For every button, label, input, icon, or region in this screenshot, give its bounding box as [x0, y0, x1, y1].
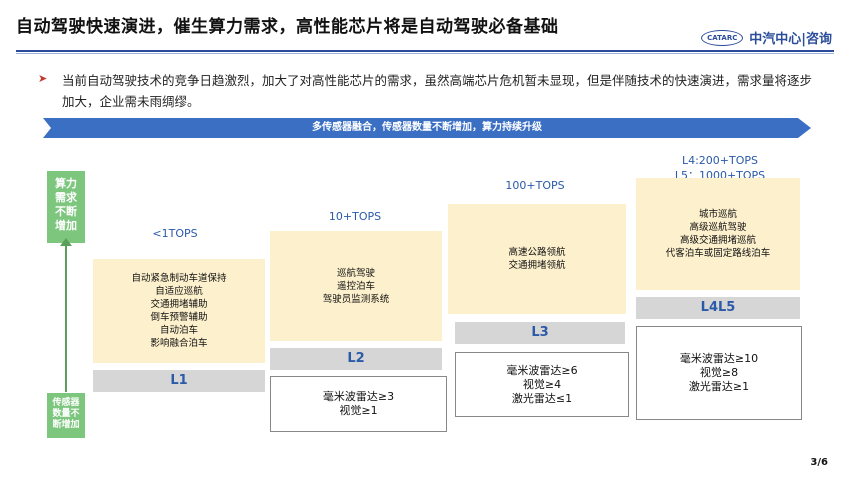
feature-item: 驾驶员监测系统 [322, 293, 390, 305]
banner-arrow: 多传感器融合，传感器数量不断增加，算力持续升级 [43, 118, 811, 138]
side-bottom-line: 传感器 [52, 398, 80, 408]
bullet-arrow-icon: ➤ [38, 72, 48, 85]
side-top-line: 不断 [55, 205, 77, 218]
header-rule-thin [16, 53, 834, 54]
side-bottom-line: 断增加 [52, 420, 80, 430]
feature-item: 自动紧急制动车道保持 [131, 273, 227, 284]
tops-line: <1TOPS [152, 227, 198, 240]
compute-demand-label: 算力 需求 不断 增加 [47, 171, 85, 243]
feature-item: 高速公路领航 [508, 247, 566, 258]
level-bar-l3: L3 [455, 322, 625, 344]
side-bottom-line: 数量不 [52, 409, 80, 419]
feature-item: 城市巡航 [698, 209, 737, 220]
feature-item: 影响融合泊车 [150, 338, 208, 349]
feature-item: 交通拥堵辅助 [150, 299, 208, 310]
features-l3: 高速公路领航 交通拥堵领航 [448, 204, 626, 314]
features-l4l5: 城市巡航 高级巡航驾驶 高级交通拥堵巡航 代客泊车或固定路线泊车 [636, 178, 800, 290]
banner-text: 多传感器融合，传感器数量不断增加，算力持续升级 [312, 122, 542, 133]
tops-l2: 10+TOPS [310, 209, 400, 224]
header-rule [16, 50, 834, 52]
side-top-line: 增加 [55, 219, 77, 232]
sensor-item: 激光雷达≤1 [511, 391, 573, 405]
page-number: 3/6 [810, 457, 828, 468]
tops-line: 100+TOPS [505, 179, 565, 192]
level-bar-l1: L1 [93, 370, 265, 392]
features-l2: 巡航驾驶 遥控泊车 驾驶员监测系统 [270, 231, 442, 341]
feature-item: 倒车预警辅助 [150, 312, 208, 323]
catarc-emblem-icon: CATARC [701, 29, 744, 46]
sensor-item: 视觉≥8 [699, 366, 739, 379]
side-top-line: 需求 [55, 191, 77, 204]
logo: CATARC 中汽中心|咨询 [701, 28, 832, 47]
tops-l1: <1TOPS [140, 226, 210, 241]
level-bar-l4l5: L4L5 [636, 297, 800, 319]
tops-line: L4:200+TOPS [681, 154, 759, 167]
sensor-item: 毫米波雷达≥3 [322, 390, 395, 403]
bullet-row: ➤ 当前自动驾驶技术的竞争日趋激烈，加大了对高性能芯片的需求，虽然高端芯片危机暂… [38, 70, 813, 112]
feature-item: 遥控泊车 [336, 280, 375, 292]
side-top-line: 算力 [55, 177, 77, 190]
sensor-item: 毫米波雷达≥6 [506, 363, 578, 377]
features-l1: 自动紧急制动车道保持 自适应巡航 交通拥堵辅助 倒车预警辅助 自动泊车 影响融合… [93, 259, 265, 363]
sensor-item: 视觉≥4 [522, 377, 562, 391]
sensor-count-label: 传感器 数量不 断增加 [47, 393, 85, 438]
logo-name: 中汽中心|咨询 [749, 32, 832, 47]
tops-l3: 100+TOPS [490, 178, 580, 193]
feature-item: 高级巡航驾驶 [689, 222, 747, 233]
sensor-item: 毫米波雷达≥10 [679, 352, 759, 365]
sensor-item: 激光雷达≥1 [688, 380, 750, 393]
feature-item: 交通拥堵领航 [508, 260, 566, 271]
feature-item: 巡航驾驶 [336, 267, 375, 279]
feature-item: 代客泊车或固定路线泊车 [665, 248, 771, 259]
sensors-l4l5: 毫米波雷达≥10 视觉≥8 激光雷达≥1 [636, 326, 802, 420]
up-arrow-line [65, 244, 67, 392]
feature-item: 高级交通拥堵巡航 [679, 235, 756, 246]
bullet-text: 当前自动驾驶技术的竞争日趋激烈，加大了对高性能芯片的需求，虽然高端芯片危机暂未显… [62, 73, 813, 109]
sensors-l3: 毫米波雷达≥6 视觉≥4 激光雷达≤1 [455, 352, 629, 417]
sensor-item: 视觉≥1 [339, 404, 378, 417]
level-bar-l2: L2 [270, 348, 442, 370]
feature-item: 自适应巡航 [155, 286, 203, 297]
page-title: 自动驾驶快速演进，催生算力需求，高性能芯片将是自动驾驶必备基础 [16, 17, 559, 37]
tops-line: 10+TOPS [328, 210, 382, 223]
feature-item: 自动泊车 [159, 325, 198, 336]
sensors-l2: 毫米波雷达≥3 视觉≥1 [270, 376, 447, 432]
